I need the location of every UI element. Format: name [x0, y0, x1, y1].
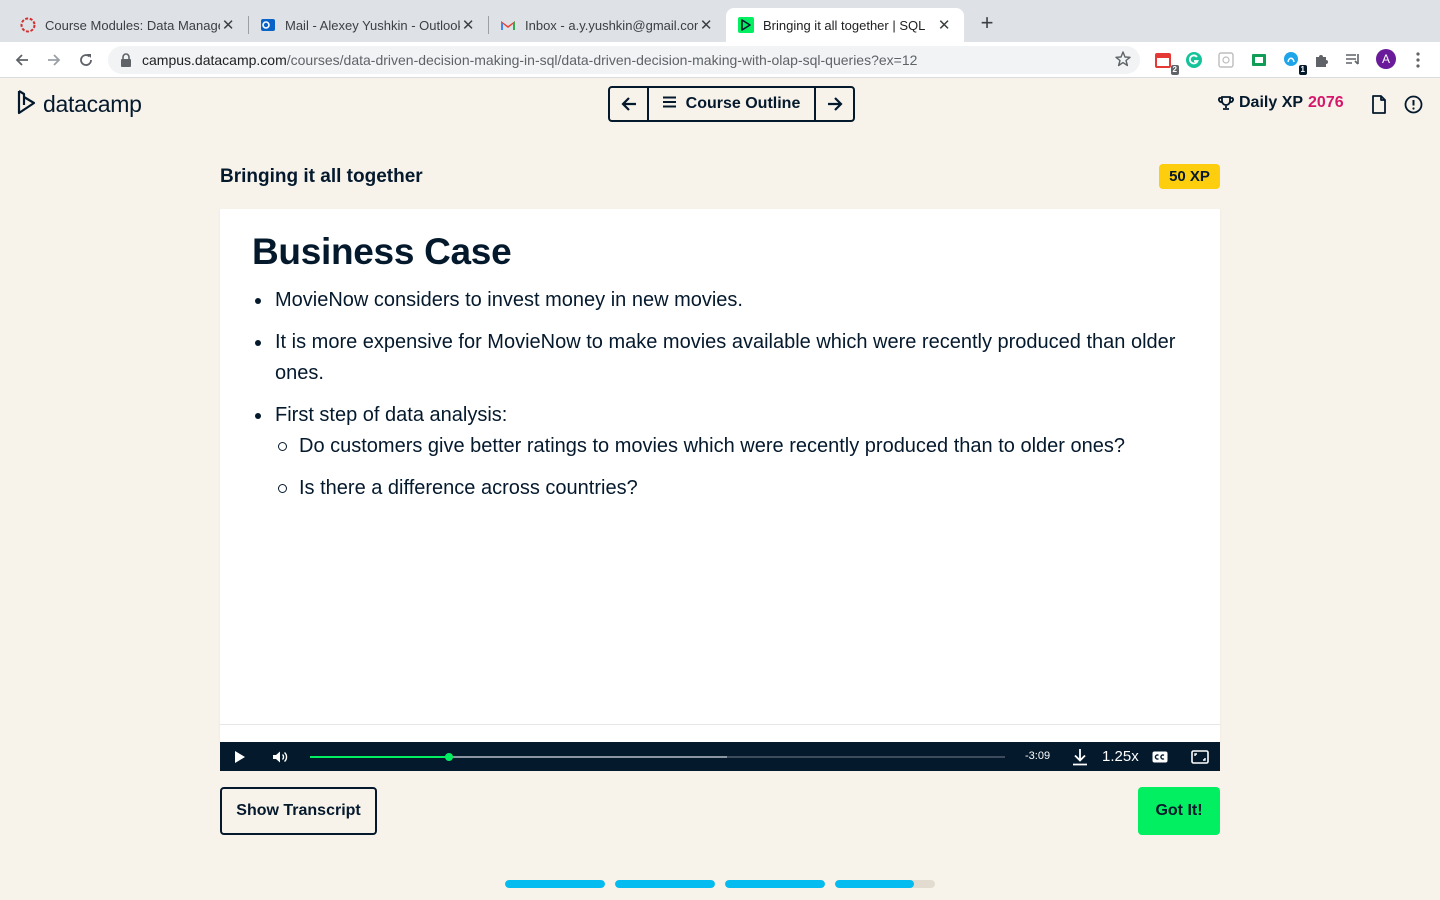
daily-xp-value: 2076 [1308, 94, 1344, 111]
progress-step-fill [615, 880, 715, 888]
browser-toolbar: campus.datacamp.com/courses/data-driven-… [0, 42, 1440, 78]
datacamp-logo[interactable]: datacamp [16, 89, 142, 120]
course-navigation: Course Outline [608, 86, 855, 122]
download-icon[interactable] [1071, 747, 1089, 767]
progress-step [615, 880, 715, 888]
slide-footer-divider [220, 724, 1220, 742]
logo-wordmark: datacamp [43, 91, 142, 117]
extension-icon[interactable]: 1 [1281, 50, 1307, 75]
slides-document-icon[interactable] [1369, 94, 1389, 114]
reload-icon[interactable] [74, 48, 98, 72]
slide-sub-bullet-list: Do customers give better ratings to movi… [275, 431, 1192, 504]
datacamp-logo-icon [16, 89, 38, 120]
daily-xp-label: Daily XP [1239, 94, 1304, 111]
close-tab-icon[interactable]: ✕ [460, 16, 476, 34]
video-scrubber-handle[interactable] [445, 753, 453, 761]
slide-bullet-list: MovieNow considers to invest money in ne… [252, 285, 1192, 515]
outlook-favicon-icon [260, 17, 276, 33]
progress-step-fill [835, 880, 914, 888]
slide-sub-bullet: Do customers give better ratings to movi… [275, 431, 1192, 462]
video-time-remaining: -3:09 [1025, 750, 1051, 762]
slide-heading: Business Case [252, 231, 512, 272]
menu-icon [662, 95, 676, 113]
extension-icon[interactable] [1216, 50, 1236, 70]
slide-bullet: MovieNow considers to invest money in ne… [252, 285, 1192, 316]
reading-list-icon[interactable] [1343, 50, 1363, 70]
progress-step-fill [725, 880, 825, 888]
report-issue-icon[interactable] [1403, 94, 1423, 114]
browser-tab[interactable]: Course Modules: Data Manage ✕ [8, 8, 248, 42]
progress-step-fill [505, 880, 605, 888]
url-path: /courses/data-driven-decision-making-in-… [286, 52, 918, 68]
url-host: campus.datacamp.com [142, 52, 287, 68]
slide-bullet: First step of data analysis: [275, 404, 508, 426]
browser-tab-strip: Course Modules: Data Manage ✕ Mail - Ale… [0, 0, 1440, 42]
progress-step [835, 880, 935, 888]
profile-avatar[interactable]: A [1376, 49, 1396, 69]
sheets-extension-icon[interactable] [1249, 50, 1269, 70]
next-exercise-button[interactable] [816, 88, 853, 120]
bookmark-star-icon[interactable] [1114, 50, 1132, 71]
exercise-progress-steps [505, 880, 935, 888]
browser-tab[interactable]: Inbox - a.y.yushkin@gmail.com ✕ [488, 8, 726, 42]
video-controls: -3:09 1.25x [220, 742, 1220, 771]
browser-menu-icon[interactable] [1408, 50, 1428, 70]
closed-captions-icon[interactable] [1151, 747, 1169, 767]
progress-step [725, 880, 825, 888]
tab-title: Mail - Alexey Yushkin - Outlook [285, 17, 461, 33]
close-tab-icon[interactable]: ✕ [936, 16, 952, 34]
lock-icon [120, 53, 134, 67]
slide-bullet: It is more expensive for MovieNow to mak… [252, 327, 1192, 389]
playback-speed-button[interactable]: 1.25x [1102, 748, 1139, 765]
exercise-title: Bringing it all together [220, 166, 423, 187]
gmail-favicon-icon [500, 17, 516, 33]
datacamp-favicon-icon [738, 17, 754, 33]
extension-badge: 2 [1170, 65, 1179, 75]
close-tab-icon[interactable]: ✕ [698, 16, 714, 34]
trophy-icon [1218, 95, 1234, 111]
volume-icon[interactable] [271, 747, 289, 767]
browser-tab[interactable]: Mail - Alexey Yushkin - Outlook ✕ [248, 8, 488, 42]
puzzle-icon[interactable] [1312, 50, 1332, 70]
slide-sub-bullet: Is there a difference across countries? [275, 473, 1192, 504]
got-it-button[interactable]: Got It! [1138, 787, 1220, 835]
address-bar[interactable]: campus.datacamp.com/courses/data-driven-… [108, 46, 1140, 74]
video-slide[interactable]: Business Case MovieNow considers to inve… [220, 209, 1220, 742]
forward-arrow-icon[interactable] [42, 48, 66, 72]
close-tab-icon[interactable]: ✕ [220, 16, 236, 34]
video-played-bar [310, 756, 449, 758]
grammarly-icon[interactable] [1184, 50, 1204, 70]
show-transcript-button[interactable]: Show Transcript [220, 787, 377, 835]
fullscreen-icon[interactable] [1190, 747, 1210, 767]
daily-xp[interactable]: Daily XP 2076 [1218, 94, 1344, 112]
previous-exercise-button[interactable] [610, 88, 647, 120]
course-outline-button[interactable]: Course Outline [647, 88, 816, 120]
back-arrow-icon[interactable] [10, 48, 34, 72]
course-outline-label: Course Outline [685, 95, 801, 112]
tab-title: Course Modules: Data Manage [45, 17, 221, 33]
browser-tab-active[interactable]: Bringing it all together | SQL ✕ [726, 8, 964, 42]
play-icon[interactable] [232, 747, 248, 767]
calendar-extension-icon[interactable]: 2 [1153, 50, 1179, 75]
tab-title: Bringing it all together | SQL [763, 17, 926, 33]
video-progress-bar[interactable] [310, 753, 1005, 761]
extension-badge: 1 [1298, 65, 1307, 75]
slide-bullet-item: First step of data analysis: Do customer… [252, 400, 1192, 504]
progress-step [505, 880, 605, 888]
university-favicon-icon [20, 17, 36, 33]
new-tab-button[interactable]: + [976, 12, 998, 36]
tab-title: Inbox - a.y.yushkin@gmail.com [525, 17, 699, 33]
xp-badge: 50 XP [1159, 164, 1220, 189]
